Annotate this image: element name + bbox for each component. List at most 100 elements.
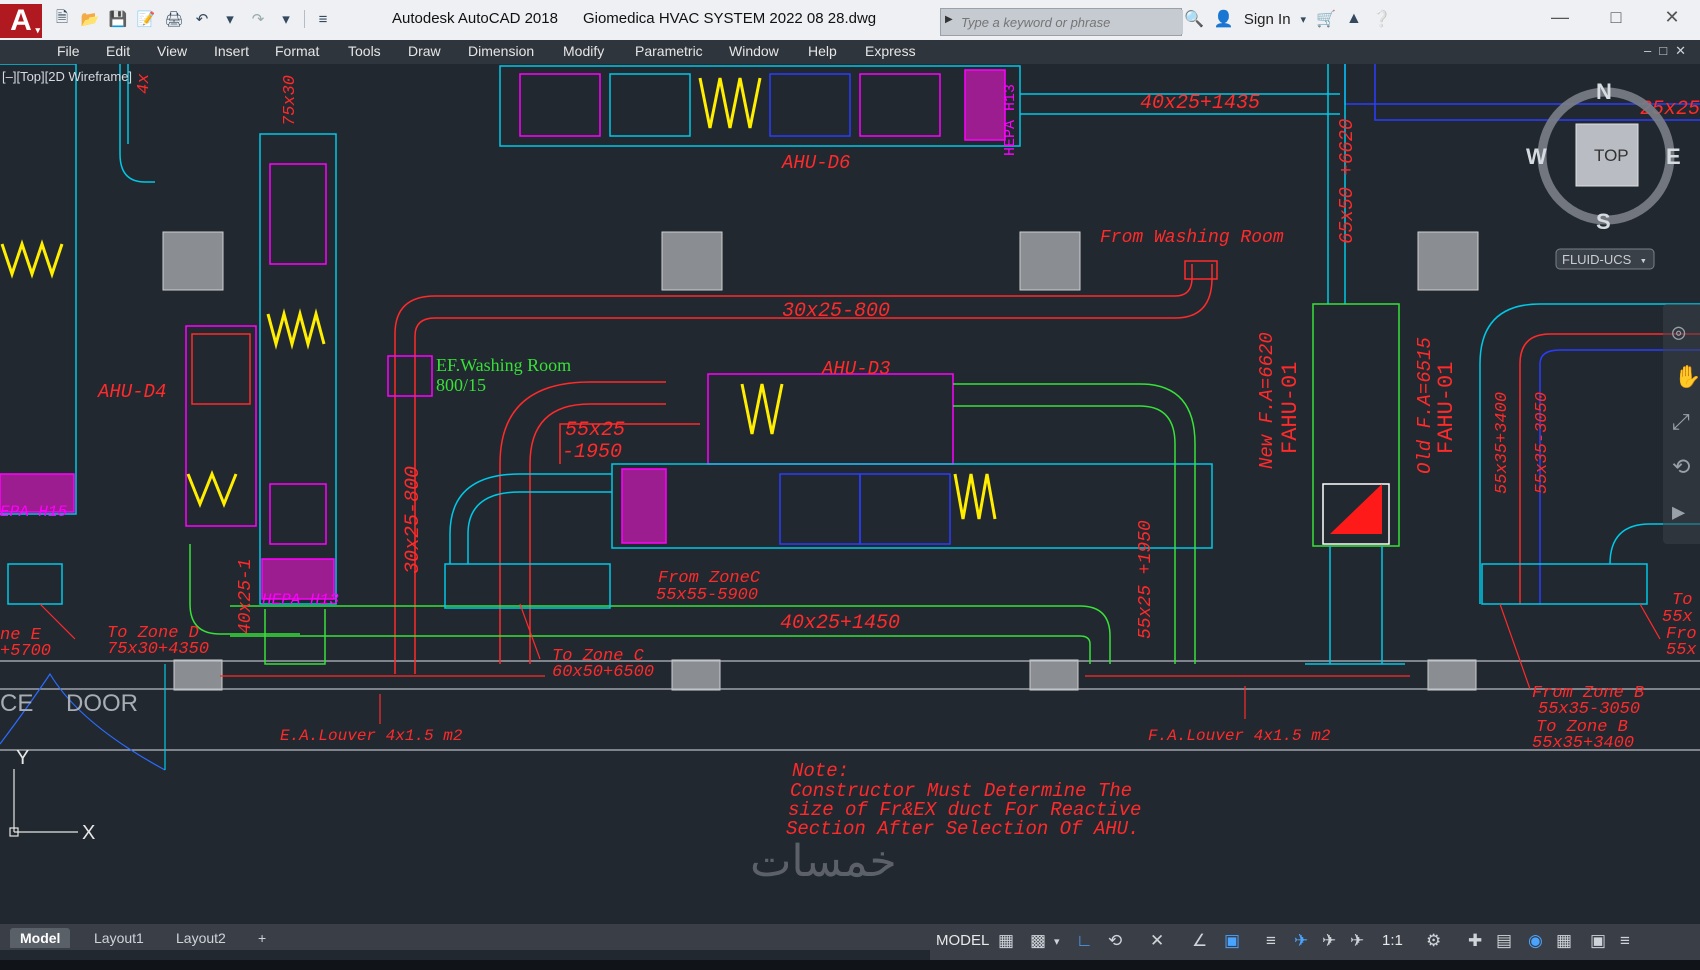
save-as-icon[interactable]: 📝 <box>136 9 156 29</box>
ucs-dropdown-label: FLUID-UCS <box>1562 252 1632 267</box>
help-icon[interactable]: ❔ <box>1372 9 1392 29</box>
menu-file[interactable]: File <box>57 43 80 59</box>
units-icon[interactable]: ▤ <box>1496 931 1512 951</box>
tab-model[interactable]: Model <box>10 928 71 948</box>
isodraft-icon[interactable]: ✕ <box>1150 931 1164 951</box>
search-input[interactable] <box>959 10 1183 34</box>
open-file-icon[interactable]: 📂 <box>80 9 100 29</box>
grid-icon[interactable]: ▦ <box>998 931 1014 951</box>
orbit-icon[interactable]: ⟲ <box>1672 456 1690 481</box>
hepa-top-label: HEPA H13 <box>1002 84 1019 156</box>
new-file-icon[interactable]: 🗎 <box>52 9 72 29</box>
cart-icon[interactable]: 🛒 <box>1316 9 1336 29</box>
search-expand-icon[interactable]: ▶ <box>945 14 953 25</box>
tab-layout1[interactable]: Layout1 <box>84 928 154 948</box>
annotation-visibility-icon[interactable]: ✈ <box>1294 931 1308 951</box>
undo-icon[interactable]: ↶ <box>192 9 212 29</box>
redo-dropdown-icon[interactable]: ▾ <box>276 9 296 29</box>
menu-window[interactable]: Window <box>729 43 779 59</box>
snap-icon[interactable]: ▩ <box>1030 931 1046 951</box>
menu-help[interactable]: Help <box>808 43 837 59</box>
new-layout-button[interactable]: + <box>248 928 276 948</box>
column <box>1417 231 1479 291</box>
exchange-apps-icon[interactable]: ▲ <box>1346 10 1362 28</box>
column <box>1427 659 1477 691</box>
supply-duct-green[interactable] <box>230 383 1196 664</box>
new-fa-label: New F.A=6620 <box>1256 332 1278 469</box>
os-taskbar <box>0 960 1700 970</box>
menu-view[interactable]: View <box>157 43 187 59</box>
minimize-icon[interactable]: — <box>1532 0 1588 34</box>
duct-55x35-3050-label: 55x35-3050 <box>1533 392 1552 494</box>
zoom-extents-icon[interactable]: ⤢ <box>1672 411 1690 436</box>
menu-parametric[interactable]: Parametric <box>635 43 703 59</box>
drawing-svg: AHU-D6 AHU-D4 AHU-D3 40x25+1435 25x25 Fr… <box>0 64 1700 844</box>
menu-format[interactable]: Format <box>275 43 319 59</box>
annotation-monitor-icon[interactable]: ✚ <box>1468 931 1482 951</box>
application-menu-button[interactable]: A ▾ <box>0 4 42 38</box>
return-duct-cyan[interactable] <box>444 473 612 609</box>
pan-icon[interactable]: ✋ <box>1674 364 1700 391</box>
menu-tools[interactable]: Tools <box>348 43 381 59</box>
hepa-left-label: EPA H15 <box>0 503 68 521</box>
maximize-icon[interactable]: □ <box>1588 0 1644 34</box>
ahu-left-column[interactable] <box>0 64 155 605</box>
column <box>173 659 223 691</box>
ortho-icon[interactable]: ∟ <box>1076 931 1093 951</box>
menu-express[interactable]: Express <box>865 43 916 59</box>
column <box>1019 231 1081 291</box>
ahu-d6[interactable] <box>499 64 1700 147</box>
menu-bar: File Edit View Insert Format Tools Draw … <box>0 40 1700 64</box>
ahu-d3-label: AHU-D3 <box>821 358 890 380</box>
customization-icon[interactable]: ≡ <box>1620 931 1630 951</box>
duct-65x50-label: 65x50 +6620 <box>1336 119 1358 244</box>
fahu-old-label: FAHU-01 <box>1434 362 1459 454</box>
isolate-objects-icon[interactable]: ◉ <box>1528 931 1543 951</box>
menu-edit[interactable]: Edit <box>106 43 130 59</box>
ahu-vertical[interactable] <box>259 133 337 665</box>
ahu-d4-label: AHU-D4 <box>97 381 166 403</box>
undo-dropdown-icon[interactable]: ▾ <box>220 9 240 29</box>
model-space-button[interactable]: MODEL <box>936 932 989 949</box>
lineweight-icon[interactable]: ≡ <box>1266 931 1276 951</box>
zone-e-value: +5700 <box>0 642 51 661</box>
object-snap-tracking-icon[interactable]: ∠ <box>1192 931 1207 951</box>
redo-icon[interactable]: ↷ <box>248 9 268 29</box>
viewport-controls[interactable]: [–][Top][2D Wireframe] <box>2 69 132 84</box>
drawing-canvas[interactable]: AHU-D6 AHU-D4 AHU-D3 40x25+1435 25x25 Fr… <box>0 64 1700 924</box>
full-navigation-wheel-icon[interactable]: ◎ <box>1672 321 1686 346</box>
close-icon[interactable]: ✕ <box>1644 0 1700 34</box>
binoculars-icon[interactable]: 🔍 <box>1184 9 1204 29</box>
auto-scale-icon[interactable]: ✈ <box>1322 931 1336 951</box>
workspace-gear-icon[interactable]: ⚙ <box>1426 931 1441 951</box>
annotation-scale-icon[interactable]: ✈ <box>1350 931 1364 951</box>
annotation-scale-value[interactable]: 1:1 <box>1382 932 1403 949</box>
save-icon[interactable]: 💾 <box>108 9 128 29</box>
menu-draw[interactable]: Draw <box>408 43 441 59</box>
print-icon[interactable]: 🖨 <box>164 9 184 29</box>
tab-layout2[interactable]: Layout2 <box>166 928 236 948</box>
snap-dropdown-icon[interactable]: ▾ <box>1054 935 1060 948</box>
menu-dimension[interactable]: Dimension <box>468 43 534 59</box>
object-snap-icon[interactable]: ▣ <box>1224 931 1240 951</box>
customize-toolbar-icon[interactable]: ≡ <box>313 9 333 29</box>
sign-in-link[interactable]: Sign In <box>1244 11 1291 28</box>
compass-east[interactable]: E <box>1666 144 1681 169</box>
polar-icon[interactable]: ⟲ <box>1108 931 1122 951</box>
clean-screen-icon[interactable]: ▣ <box>1590 931 1606 951</box>
from-zone-b-value: 55x35-3050 <box>1538 700 1640 719</box>
fa-louver-label: F.A.Louver 4x1.5 m2 <box>1148 727 1331 745</box>
ce-label: CE <box>0 690 33 717</box>
document-window-controls[interactable]: –□✕ <box>1644 43 1694 59</box>
compass-south[interactable]: S <box>1596 209 1611 234</box>
search-box: ▶ <box>940 8 1183 36</box>
ea-louver-label: E.A.Louver 4x1.5 m2 <box>280 727 463 745</box>
sign-in-dropdown-icon[interactable]: ▾ <box>1301 13 1307 26</box>
info-center: 🔍 👤 Sign In ▾ 🛒 ▲ ❔ <box>1184 9 1392 29</box>
compass-north[interactable]: N <box>1596 79 1612 104</box>
menu-modify[interactable]: Modify <box>563 43 604 59</box>
hardware-acceleration-icon[interactable]: ▦ <box>1556 931 1572 951</box>
menu-insert[interactable]: Insert <box>214 43 249 59</box>
show-motion-icon[interactable]: ▶ <box>1672 501 1686 526</box>
compass-west[interactable]: W <box>1526 144 1547 169</box>
